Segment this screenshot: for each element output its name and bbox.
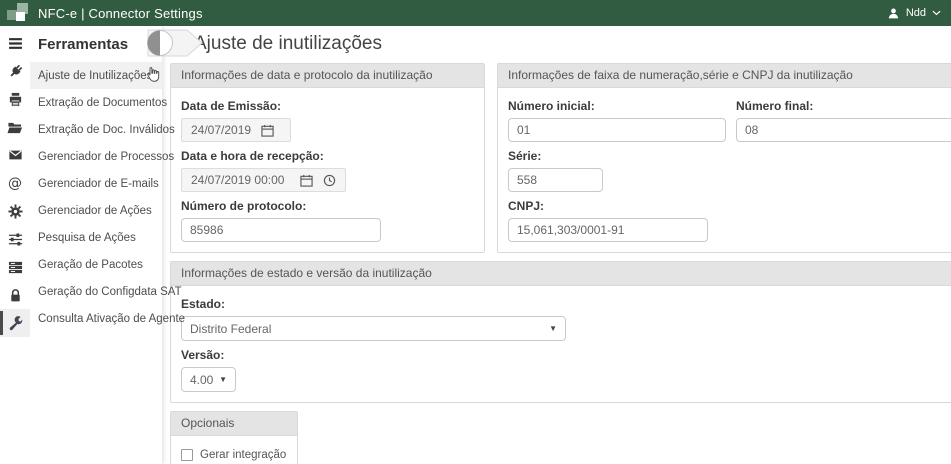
series-label: Série:: [508, 149, 951, 163]
sidebar-item-geracao-de-pacotes[interactable]: Geração de Pacotes: [30, 251, 162, 278]
topbar: NFC-e | Connector Settings Ndd: [0, 0, 951, 26]
checkbox-label: Gerar integração: [200, 449, 286, 461]
protocol-number-label: Número de protocolo:: [181, 199, 474, 213]
panel-date-protocol: Informações de data e protocolo da inuti…: [170, 63, 485, 253]
state-select[interactable]: Distrito Federal ▼: [181, 316, 566, 341]
protocol-number-input[interactable]: [181, 218, 381, 242]
sidebar-item-ajuste-de-inutilizacoes[interactable]: Ajuste de Inutilizações: [30, 62, 162, 89]
calendar-icon[interactable]: [300, 174, 313, 187]
user-icon: [887, 7, 900, 20]
gear-icon[interactable]: [0, 197, 30, 225]
main-content: Ajuste de inutilizações Informações de d…: [162, 26, 951, 464]
dropdown-arrow-icon: ▼: [219, 375, 227, 384]
series-input[interactable]: [508, 168, 603, 192]
app-title: NFC-e | Connector Settings: [38, 6, 203, 21]
wrench-icon[interactable]: [0, 309, 30, 337]
sidebar-item-label: Consulta Ativação de Agente: [38, 313, 185, 325]
state-select-value: Distrito Federal: [190, 322, 271, 336]
plug-icon[interactable]: [0, 57, 30, 85]
version-label: Versão:: [181, 348, 951, 362]
reception-datetime-input[interactable]: 24/07/2019 00:00: [181, 168, 346, 192]
sliders-icon[interactable]: [0, 225, 30, 253]
sidebar-item-extracao-de-doc-invalidos[interactable]: Extração de Doc. Inválidos: [30, 116, 162, 143]
panel-state-version: Informações de estado e versão da inutil…: [170, 261, 951, 403]
sidebar-item-consulta-ativacao-de-agente[interactable]: Consulta Ativação de Agente: [30, 305, 162, 332]
panel-date-protocol-header: Informações de data e protocolo da inuti…: [171, 64, 484, 88]
end-number-input[interactable]: [736, 118, 951, 142]
sidebar-item-label: Extração de Doc. Inválidos: [38, 124, 175, 136]
mouse-cursor-hand-icon: [145, 66, 160, 86]
sidebar-item-label: Geração de Pacotes: [38, 259, 143, 271]
reception-datetime-label: Data e hora de recepção:: [181, 149, 474, 163]
icon-rail: @: [0, 26, 30, 464]
sidebar-item-label: Geração do Configdata SAT: [38, 286, 182, 298]
menu-icon[interactable]: [0, 29, 30, 57]
state-label: Estado:: [181, 297, 951, 311]
sidebar-item-label: Pesquisa de Ações: [38, 232, 136, 244]
ndd-logo-icon: [4, 1, 30, 25]
printer-icon[interactable]: [0, 85, 30, 113]
chevron-down-icon: [932, 10, 941, 16]
sidebar-menu: Ferramentas Ajuste de Inutilizações Extr…: [30, 26, 162, 464]
svg-text:@: @: [8, 176, 22, 192]
panel-optional: Opcionais Gerar integração Gerar Estatís…: [170, 411, 298, 464]
sidebar-title: Ferramentas: [30, 32, 162, 62]
start-number-input[interactable]: [508, 118, 726, 142]
dropdown-arrow-icon: ▼: [549, 324, 557, 333]
server-icon[interactable]: [0, 253, 30, 281]
sidebar-item-label: Gerenciador de Ações: [38, 205, 152, 217]
panel-optional-header: Opcionais: [171, 412, 297, 436]
emission-date-label: Data de Emissão:: [181, 99, 474, 113]
lock-icon[interactable]: [0, 281, 30, 309]
sidebar: @ Ferramentas Ajuste de Inutilizações: [0, 26, 162, 464]
generate-integration-checkbox[interactable]: [181, 449, 193, 461]
sidebar-item-label: Gerenciador de Processos: [38, 151, 174, 163]
emission-date-input[interactable]: 24/07/2019: [181, 118, 291, 142]
panel-number-range-header: Informações de faixa de numeração,série …: [498, 64, 951, 88]
sidebar-item-extracao-de-documentos[interactable]: Extração de Documentos: [30, 89, 162, 116]
start-number-label: Número inicial:: [508, 99, 726, 113]
page-title-decoration-icon: [146, 29, 204, 62]
user-menu[interactable]: Ndd: [887, 7, 941, 20]
mail-icon[interactable]: [0, 141, 30, 169]
generate-integration-option[interactable]: Gerar integração: [181, 449, 287, 461]
user-name: Ndd: [906, 7, 926, 19]
sidebar-item-gerenciador-de-emails[interactable]: Gerenciador de E-mails: [30, 170, 162, 197]
version-select[interactable]: 4.00 ▼: [181, 367, 236, 392]
sidebar-item-pesquisa-de-acoes[interactable]: Pesquisa de Ações: [30, 224, 162, 251]
sidebar-item-geracao-do-configdata-sat[interactable]: Geração do Configdata SAT: [30, 278, 162, 305]
sidebar-item-label: Gerenciador de E-mails: [38, 178, 159, 190]
version-select-value: 4.00: [190, 373, 213, 387]
sidebar-item-label: Ajuste de Inutilizações: [38, 70, 152, 82]
panel-state-version-header: Informações de estado e versão da inutil…: [171, 262, 951, 286]
emission-date-value: 24/07/2019: [191, 123, 251, 137]
end-number-label: Número final:: [736, 99, 951, 113]
sidebar-item-label: Extração de Documentos: [38, 97, 167, 109]
folder-icon[interactable]: [0, 113, 30, 141]
clock-icon[interactable]: [323, 174, 336, 187]
cnpj-label: CNPJ:: [508, 199, 951, 213]
page-title: Ajuste de inutilizações: [194, 33, 951, 55]
cnpj-input[interactable]: [508, 218, 708, 242]
sidebar-item-gerenciador-de-processos[interactable]: Gerenciador de Processos: [30, 143, 162, 170]
reception-datetime-value: 24/07/2019 00:00: [191, 173, 290, 187]
at-icon[interactable]: @: [0, 169, 30, 197]
panel-number-range: Informações de faixa de numeração,série …: [497, 63, 951, 253]
calendar-icon[interactable]: [261, 124, 274, 137]
sidebar-item-gerenciador-de-acoes[interactable]: Gerenciador de Ações: [30, 197, 162, 224]
